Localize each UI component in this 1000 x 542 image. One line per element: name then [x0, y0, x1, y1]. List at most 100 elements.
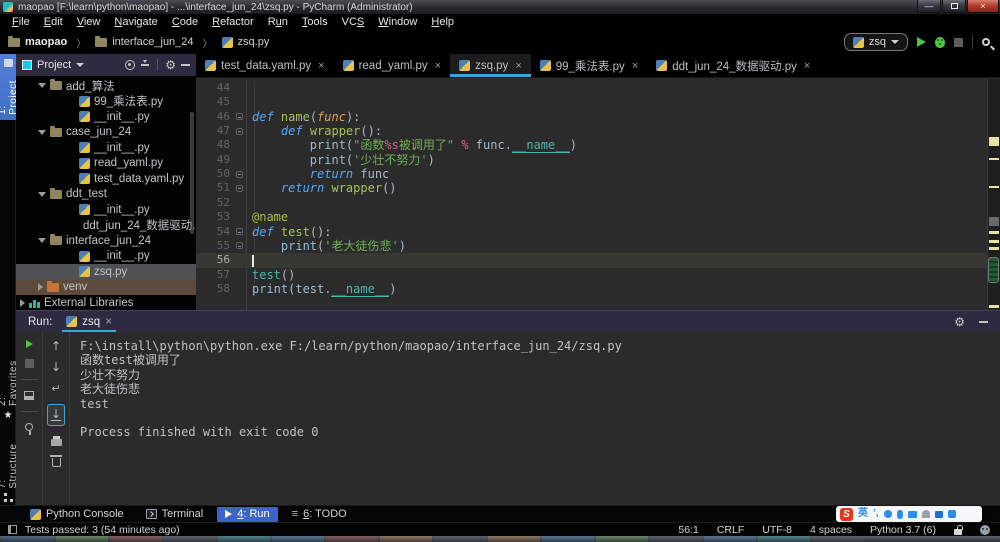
menu-item-code[interactable]: Code [165, 15, 205, 29]
close-button[interactable]: × [967, 0, 999, 13]
menu-item-file[interactable]: File [5, 15, 37, 29]
tree-item-ddt_test[interactable]: ddt_test [16, 187, 196, 203]
run-button[interactable] [917, 37, 926, 47]
tree-scrollbar[interactable] [190, 112, 194, 234]
hide-panel-icon[interactable] [979, 321, 988, 323]
soft-wrap-icon[interactable]: ↵ [51, 382, 60, 395]
tree-item-__init__-py[interactable]: __init__.py [16, 202, 196, 218]
tree-item-read_yaml-py[interactable]: read_yaml.py [16, 156, 196, 172]
taskbar-item[interactable] [596, 536, 648, 542]
editor-error-stripe[interactable] [987, 79, 1000, 310]
taskbar-item[interactable] [110, 536, 162, 542]
restore-layout-icon[interactable] [24, 391, 34, 400]
menu-item-run[interactable]: Run [261, 15, 295, 29]
taskbar-item[interactable] [758, 536, 810, 542]
fold-marker-icon[interactable] [236, 171, 243, 178]
collapse-all-icon[interactable] [140, 60, 150, 70]
toolbox-icon[interactable] [948, 510, 956, 518]
stop-button[interactable] [25, 359, 34, 368]
tool-button-terminal[interactable]: Terminal [138, 507, 212, 522]
tree-item-zsq-py[interactable]: zsq.py [16, 264, 196, 280]
ime-language-toggle[interactable]: 英 [858, 507, 868, 521]
breadcrumb-item[interactable]: maopao [25, 36, 67, 48]
gear-icon[interactable]: ⚙ [954, 316, 965, 328]
tree-item-test_data-yaml-py[interactable]: test_data.yaml.py [16, 171, 196, 187]
sogou-logo-icon[interactable]: S [840, 508, 853, 521]
up-stacktrace-icon[interactable]: ↑ [51, 340, 61, 352]
locate-file-icon[interactable] [125, 60, 135, 70]
close-icon[interactable]: × [318, 60, 324, 72]
stop-button[interactable] [954, 38, 963, 47]
status-item-4-spaces[interactable]: 4 spaces [810, 524, 852, 536]
pin-tab-icon[interactable] [25, 423, 33, 431]
print-icon[interactable] [51, 439, 62, 446]
fold-marker-icon[interactable] [236, 185, 243, 192]
close-icon[interactable]: × [105, 316, 112, 328]
unlock-icon[interactable] [954, 529, 962, 535]
windows-taskbar[interactable] [0, 536, 1000, 542]
tree-item-__init__-py[interactable]: __init__.py [16, 140, 196, 156]
status-item-utf-8[interactable]: UTF-8 [762, 524, 792, 536]
tree-item-ddt_jun_24_-py[interactable]: ddt_jun_24_数据驱动.py [16, 218, 196, 234]
menu-item-window[interactable]: Window [371, 15, 424, 29]
account-icon[interactable] [922, 510, 930, 518]
editor-tab-zsq-py[interactable]: zsq.py× [450, 54, 531, 77]
clear-console-icon[interactable] [52, 458, 61, 467]
microphone-icon[interactable] [897, 510, 903, 519]
menu-item-view[interactable]: View [70, 15, 108, 29]
hide-panel-icon[interactable] [181, 64, 190, 66]
taskbar-item[interactable] [812, 536, 864, 542]
tool-button-favorites[interactable]: 2: Favorites ★ [0, 350, 16, 426]
taskbar-item[interactable] [704, 536, 756, 542]
tree-item-__init__-py[interactable]: __init__.py [16, 249, 196, 265]
maximize-button[interactable] [942, 0, 966, 13]
run-console-output[interactable]: F:\install\python\python.exe F:/learn/py… [70, 332, 1000, 505]
tool-window-switcher-icon[interactable] [8, 525, 17, 534]
tree-item-case_jun_24[interactable]: case_jun_24 [16, 125, 196, 141]
taskbar-item[interactable] [488, 536, 540, 542]
debug-button[interactable] [935, 37, 945, 48]
inspections-profile-icon[interactable] [980, 525, 990, 535]
tool-button-python-console[interactable]: Python Console [22, 507, 132, 522]
taskbar-item[interactable] [434, 536, 486, 542]
chevron-down-icon[interactable] [76, 63, 84, 67]
run-configuration-select[interactable]: zsq [844, 33, 908, 51]
menu-item-vcs[interactable]: VCS [335, 15, 372, 29]
editor-tab-99_-py[interactable]: 99_乘法表.py× [531, 54, 647, 77]
menu-item-navigate[interactable]: Navigate [107, 15, 164, 29]
tool-button-project[interactable]: 1: Project [0, 54, 16, 120]
tool-button-structure[interactable]: 7: Structure [0, 430, 16, 506]
taskbar-item[interactable] [326, 536, 378, 542]
tool-button-4-run[interactable]: 4: Run [217, 507, 277, 522]
close-icon[interactable]: × [435, 60, 441, 72]
scroll-to-end-icon[interactable]: ↓ [51, 408, 61, 421]
taskbar-item[interactable] [56, 536, 108, 542]
taskbar-item[interactable] [650, 536, 702, 542]
skin-icon[interactable] [935, 511, 943, 518]
close-icon[interactable]: × [804, 60, 810, 72]
tool-button-6-todo[interactable]: ≡6: TODO [284, 507, 355, 522]
editor[interactable]: test_data.yaml.py×read_yaml.py×zsq.py×99… [196, 54, 1000, 310]
code-area[interactable]: 444546def name(func):47 def wrapper():48… [196, 79, 987, 310]
fold-marker-icon[interactable] [236, 113, 243, 120]
status-item-56-1[interactable]: 56:1 [678, 524, 698, 536]
ime-emoticon-icon[interactable] [884, 510, 892, 518]
close-icon[interactable]: × [632, 60, 638, 72]
run-tab-zsq[interactable]: zsq × [62, 311, 116, 332]
fold-marker-icon[interactable] [236, 228, 243, 235]
tree-item-external-libraries[interactable]: External Libraries [16, 295, 196, 311]
minimize-button[interactable]: — [917, 0, 941, 13]
tree-item-add_-[interactable]: add_算法 [16, 78, 196, 94]
taskbar-item[interactable] [272, 536, 324, 542]
rerun-button[interactable] [26, 340, 33, 348]
menu-item-tools[interactable]: Tools [295, 15, 335, 29]
taskbar-item[interactable] [2, 536, 54, 542]
status-item-crlf[interactable]: CRLF [717, 524, 744, 536]
editor-tab-ddt_jun_24_-py[interactable]: ddt_jun_24_数据驱动.py× [647, 54, 819, 77]
menu-item-help[interactable]: Help [424, 15, 461, 29]
taskbar-item[interactable] [218, 536, 270, 542]
fold-marker-icon[interactable] [236, 242, 243, 249]
tree-item-99_-py[interactable]: 99_乘法表.py [16, 94, 196, 110]
tree-item-venv[interactable]: venv [16, 280, 196, 296]
status-item-python-3-7-6-[interactable]: Python 3.7 (6) [870, 524, 936, 536]
